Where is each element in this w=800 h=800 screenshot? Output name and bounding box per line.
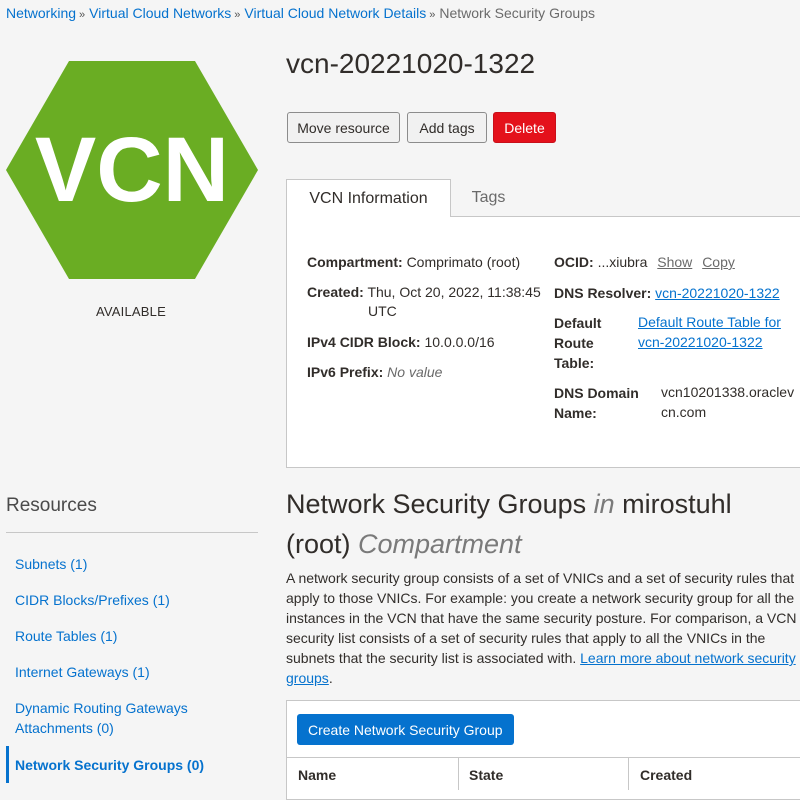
ipv4-label: IPv4 CIDR Block: [307,334,421,350]
breadcrumb-networking[interactable]: Networking [6,5,76,21]
tab-tags[interactable]: Tags [451,179,526,217]
column-divider [458,757,459,790]
section-title-root: (root) [286,529,359,559]
dns-resolver-link[interactable]: vcn-20221020-1322 [655,285,780,301]
column-header-state[interactable]: State [469,767,503,783]
ocid-label: OCID: [554,254,594,270]
sidebar-item-subnets[interactable]: Subnets (1) [15,554,87,574]
created-value-line2: UTC [368,303,397,319]
created-label: Created: [307,284,364,300]
description-line2: apply to those VNICs. For example: you c… [286,590,795,606]
sidebar-item-cidr-blocks[interactable]: CIDR Blocks/Prefixes (1) [15,590,170,610]
ocid-value: ...xiubra [597,254,648,270]
add-tags-button[interactable]: Add tags [407,112,487,143]
ocid-show-link[interactable]: Show [657,254,692,270]
column-header-name[interactable]: Name [298,767,336,783]
ipv6-value: No value [387,364,443,380]
tab-vcn-information[interactable]: VCN Information [286,179,451,217]
move-resource-button[interactable]: Move resource [287,112,400,143]
created-value: Thu, Oct 20, 2022, 11:38:45 [367,284,541,300]
status-badge: AVAILABLE [96,304,166,319]
ipv4-value: 10.0.0.0/16 [424,334,495,350]
vcn-hexagon-icon: VCN [6,61,258,279]
default-rt-label-line3: Table: [554,355,595,371]
section-title-compartment-name: mirostuhl [614,489,732,519]
dns-domain-label-line1: DNS Domain [554,385,639,401]
breadcrumb-separator-icon: » [429,9,436,21]
dns-domain-value-line1: vcn10201338.oraclev [661,384,795,400]
default-rt-label-line2: Route [554,335,594,351]
ipv6-label: IPv6 Prefix: [307,364,384,380]
column-divider [628,757,629,790]
description-line4: security list consists of a set of secur… [286,630,766,646]
section-title-in: in [593,489,615,519]
description-end: . [328,670,333,686]
sidebar-item-internet-gateways[interactable]: Internet Gateways (1) [15,662,150,682]
breadcrumb-current: Network Security Groups [439,5,595,21]
sidebar-item-network-security-groups[interactable]: Network Security Groups (0) [15,755,204,775]
tab-divider [451,216,800,217]
section-description: A network security group consists of a s… [286,568,800,688]
breadcrumb-vcn-details[interactable]: Virtual Cloud Network Details [244,5,426,21]
description-line1: A network security group consists of a s… [286,570,795,586]
ipv4-row: IPv4 CIDR Block: 10.0.0.0/16 [307,332,495,352]
compartment-row: Compartment: Comprimato (root) [307,252,520,272]
sidebar-item-drg-line1: Dynamic Routing Gateways [15,700,188,716]
column-header-created[interactable]: Created [640,767,692,783]
resources-title: Resources [6,495,97,516]
description-line5: subnets that the security list is associ… [286,650,581,666]
ocid-row: OCID: ...xiubra Show Copy [554,252,735,272]
compartment-label: Compartment: [307,254,403,270]
dns-resolver-label: DNS Resolver: [554,285,652,301]
compartment-value: Comprimato (root) [406,254,521,270]
sidebar-item-drg-attachments[interactable]: Dynamic Routing Gateways Attachments (0) [15,698,188,738]
tab-bar: VCN Information Tags [286,179,800,217]
breadcrumb-separator-icon: » [234,9,241,21]
dns-domain-value-line2: cn.com [661,404,707,420]
dns-resolver-row: DNS Resolver: vcn-20221020-1322 [554,283,780,303]
default-rt-link-line1[interactable]: Default Route Table for [638,314,781,330]
sidebar-item-route-tables[interactable]: Route Tables (1) [15,626,117,646]
default-route-table-label: Default Route Table: [554,313,601,373]
default-rt-label-line1: Default [554,315,602,331]
dns-domain-value: vcn10201338.oraclev cn.com [661,382,794,422]
vcn-badge-text: VCN [35,119,229,221]
section-title-compartment-word: Compartment [358,529,522,559]
page-title: vcn-20221020-1322 [286,48,536,79]
create-nsg-button[interactable]: Create Network Security Group [297,714,514,745]
dns-domain-label: DNS Domain Name: [554,383,639,423]
table-header-row [287,757,800,798]
section-title: Network Security Groups in mirostuhl (ro… [286,484,800,564]
breadcrumb-virtual-cloud-networks[interactable]: Virtual Cloud Networks [89,5,231,21]
sidebar-active-indicator [6,746,9,783]
sidebar-item-drg-line2: Attachments (0) [15,720,114,736]
default-rt-link-line2[interactable]: vcn-20221020-1322 [638,334,763,350]
default-route-table-link[interactable]: Default Route Table for vcn-20221020-132… [638,312,781,352]
ocid-copy-link[interactable]: Copy [702,254,735,270]
created-row: Created: Thu, Oct 20, 2022, 11:38:45 [307,282,541,302]
learn-more-link-cont[interactable]: groups [286,670,329,686]
delete-button[interactable]: Delete [493,112,556,143]
breadcrumb-separator-icon: » [79,9,86,21]
dns-domain-label-line2: Name: [554,405,597,421]
ipv6-row: IPv6 Prefix: No value [307,362,442,382]
learn-more-link[interactable]: Learn more about network security [580,650,796,666]
section-title-part1: Network Security Groups [286,489,594,519]
description-line3: instances in the VCN that have the same … [286,610,797,626]
breadcrumb: Networking» Virtual Cloud Networks» Virtua… [6,5,595,21]
resources-divider [6,532,258,533]
